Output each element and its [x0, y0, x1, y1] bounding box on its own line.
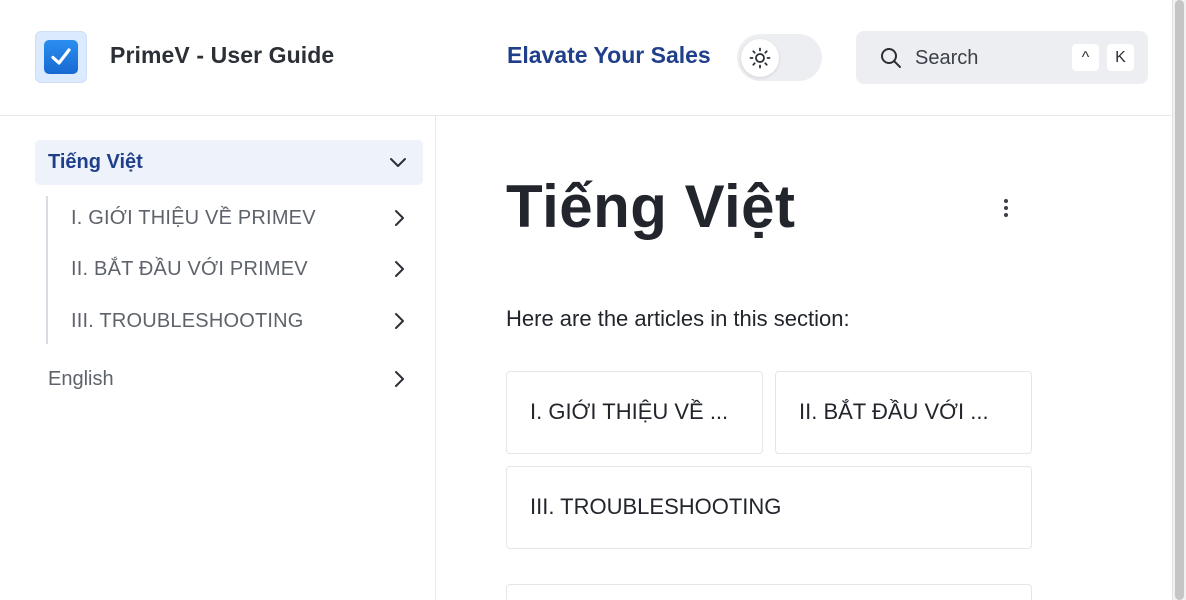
- sidebar-item-bat-dau[interactable]: II. BẮT ĐẦU VỚI PRIMEV: [48, 247, 423, 291]
- article-card-label: III. TROUBLESHOOTING: [530, 494, 782, 519]
- search-placeholder: Search: [915, 47, 979, 69]
- chevron-right-icon[interactable]: [392, 260, 406, 283]
- page-scrollbar[interactable]: [1172, 0, 1186, 600]
- page-title: Tiếng Việt: [506, 173, 796, 240]
- shortcut-key-k: K: [1107, 44, 1134, 71]
- search-bar[interactable]: Search ^ K: [856, 31, 1148, 84]
- checkbox-icon: [44, 40, 78, 74]
- sidebar-item-label: II. BẮT ĐẦU VỚI PRIMEV: [71, 258, 308, 280]
- article-card-troubleshooting[interactable]: III. TROUBLESHOOTING: [506, 466, 1032, 549]
- theme-toggle[interactable]: [737, 34, 822, 81]
- sidebar-item-label: III. TROUBLESHOOTING: [71, 310, 304, 332]
- section-intro: Here are the articles in this section:: [506, 306, 850, 331]
- sidebar-nav: Tiếng Việt I. GIỚI THIỆU VỀ PRIMEV II. B…: [0, 116, 436, 600]
- sidebar-item-english[interactable]: English: [35, 358, 423, 402]
- chevron-right-icon[interactable]: [392, 209, 406, 232]
- sidebar-item-gioi-thieu[interactable]: I. GIỚI THIỆU VỀ PRIMEV: [48, 196, 423, 240]
- sidebar-item-tieng-viet[interactable]: Tiếng Việt: [35, 140, 423, 185]
- sidebar-item-label: English: [48, 368, 114, 390]
- search-icon: [880, 47, 902, 74]
- article-card-label: I. GIỚI THIỆU VỀ ...: [530, 399, 729, 424]
- article-card-bat-dau[interactable]: II. BẮT ĐẦU VỚI ...: [775, 371, 1032, 454]
- tagline-link[interactable]: Elavate Your Sales: [507, 42, 711, 69]
- site-title[interactable]: PrimeV - User Guide: [110, 42, 334, 69]
- sidebar-item-troubleshooting[interactable]: III. TROUBLESHOOTING: [48, 299, 423, 343]
- more-options-icon[interactable]: [992, 194, 1020, 222]
- chevron-right-icon[interactable]: [392, 312, 406, 335]
- article-card-gioi-thieu[interactable]: I. GIỚI THIỆU VỀ ...: [506, 371, 763, 454]
- scrollbar-thumb[interactable]: [1175, 0, 1184, 600]
- top-header: PrimeV - User Guide Elavate Your Sales S…: [0, 0, 1172, 116]
- sun-icon: [741, 39, 779, 77]
- chevron-down-icon[interactable]: [389, 155, 407, 174]
- chevron-right-icon[interactable]: [392, 370, 406, 393]
- shortcut-key-ctrl: ^: [1072, 44, 1099, 71]
- sidebar-item-label: Tiếng Việt: [48, 151, 143, 173]
- article-card-label: II. BẮT ĐẦU VỚI ...: [799, 399, 989, 424]
- sidebar-item-label: I. GIỚI THIỆU VỀ PRIMEV: [71, 207, 316, 229]
- site-logo[interactable]: [35, 31, 87, 83]
- feedback-card: [506, 584, 1032, 600]
